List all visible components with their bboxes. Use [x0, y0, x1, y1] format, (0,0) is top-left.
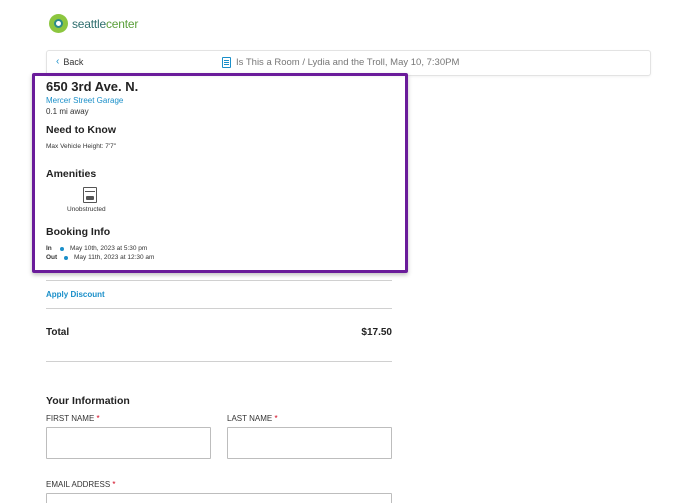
back-button[interactable]: ‹ Back [56, 56, 84, 68]
booking-info-heading: Booking Info [46, 226, 111, 238]
logo-text: seattlecenter [72, 16, 139, 31]
email-input[interactable] [46, 493, 392, 503]
required-marker: * [112, 480, 116, 489]
divider [46, 308, 392, 309]
last-name-input[interactable] [227, 427, 392, 459]
back-label: Back [63, 57, 84, 67]
first-name-label-text: FIRST NAME [46, 414, 95, 423]
your-information-heading: Your Information [46, 395, 130, 407]
divider [46, 280, 392, 281]
logo-icon [49, 14, 68, 33]
distance-text: 0.1 mi away [46, 107, 89, 116]
first-name-label: FIRST NAME * [46, 414, 100, 423]
dot-icon [60, 246, 64, 251]
first-name-input[interactable] [46, 427, 211, 459]
booking-in-value: May 10th, 2023 at 5:30 pm [70, 245, 148, 252]
total-value: $17.50 [361, 327, 392, 338]
booking-in-label: In [46, 245, 52, 252]
last-name-label-text: LAST NAME [227, 414, 273, 423]
need-to-know-heading: Need to Know [46, 124, 116, 136]
email-label: EMAIL ADDRESS * [46, 480, 116, 489]
booking-out-value: May 11th, 2023 at 12:30 am [74, 254, 155, 261]
amenities-heading: Amenities [46, 168, 97, 180]
dot-icon [64, 255, 68, 260]
apply-discount-link[interactable]: Apply Discount [46, 290, 105, 299]
location-address: 650 3rd Ave. N. [46, 79, 139, 94]
booking-out-label: Out [46, 254, 58, 261]
garage-link[interactable]: Mercer Street Garage [46, 96, 123, 105]
seattle-center-logo[interactable]: seattlecenter [49, 14, 138, 33]
parking-car-icon [83, 187, 97, 203]
booking-out-row: Out May 11th, 2023 at 12:30 am [46, 254, 154, 261]
total-label: Total [46, 327, 70, 338]
chevron-left-icon: ‹ [56, 56, 60, 67]
event-title-text: Is This a Room / Lydia and the Troll, Ma… [236, 57, 460, 68]
event-title: Is This a Room / Lydia and the Troll, Ma… [222, 57, 459, 68]
ticket-icon [222, 57, 231, 68]
divider [46, 361, 392, 362]
max-vehicle-height: Max Vehicle Height: 7'7" [46, 143, 117, 150]
booking-in-row: In May 10th, 2023 at 5:30 pm [46, 245, 147, 252]
required-marker: * [96, 414, 100, 423]
required-marker: * [274, 414, 278, 423]
amenity-label: Unobstructed [67, 206, 106, 213]
email-label-text: EMAIL ADDRESS [46, 480, 111, 489]
last-name-label: LAST NAME * [227, 414, 278, 423]
